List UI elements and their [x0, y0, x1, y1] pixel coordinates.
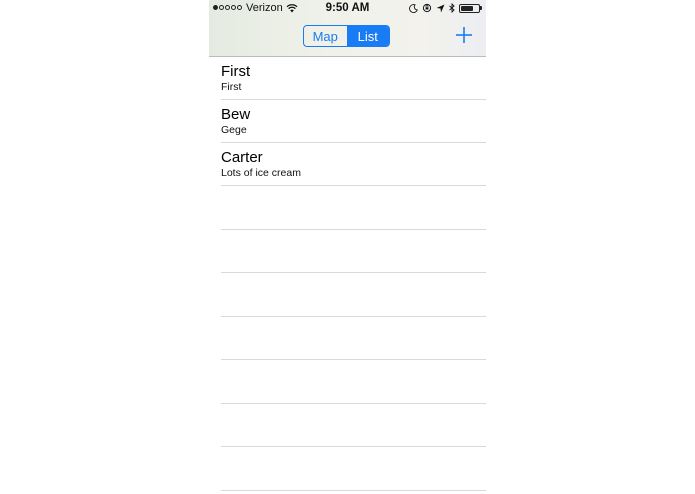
battery-body: [459, 3, 480, 13]
list-item-subtitle: First: [221, 81, 242, 93]
battery-fill: [461, 5, 474, 11]
empty-row: [221, 317, 486, 360]
list-item-title: Carter: [221, 149, 263, 166]
list-item[interactable]: First First: [221, 57, 486, 100]
empty-row: [221, 404, 486, 447]
rotation-lock-icon: [422, 3, 432, 13]
navigation-bar: Verizon 9:50 AM Map List: [209, 0, 486, 57]
list-item-title: Bew: [221, 106, 251, 123]
list-item-subtitle: Gege: [221, 124, 247, 136]
empty-row: [221, 447, 486, 491]
empty-row: [221, 230, 486, 273]
empty-row: [221, 360, 486, 404]
segment-list[interactable]: List: [346, 26, 389, 46]
phone-screen: Verizon 9:50 AM Map List First First Bew…: [209, 0, 486, 494]
location-icon: [436, 4, 445, 12]
battery-tip: [480, 6, 482, 10]
list-item-subtitle: Lots of ice cream: [221, 167, 301, 179]
moon-icon: [409, 3, 418, 13]
plus-icon[interactable]: [455, 26, 473, 44]
list-item[interactable]: Bew Gege: [221, 100, 486, 143]
list-item-title: First: [221, 63, 251, 80]
items-list: First First Bew Gege Carter Lots of ice …: [209, 57, 486, 491]
view-segmented-control[interactable]: Map List: [303, 25, 390, 47]
list-item[interactable]: Carter Lots of ice cream: [221, 143, 486, 186]
status-bar: Verizon 9:50 AM: [209, 0, 486, 18]
status-icons: [409, 3, 482, 13]
empty-row: [221, 273, 486, 317]
segment-map[interactable]: Map: [304, 26, 347, 46]
battery-icon: [459, 3, 482, 13]
bluetooth-icon: [449, 3, 455, 13]
empty-row: [221, 186, 486, 230]
